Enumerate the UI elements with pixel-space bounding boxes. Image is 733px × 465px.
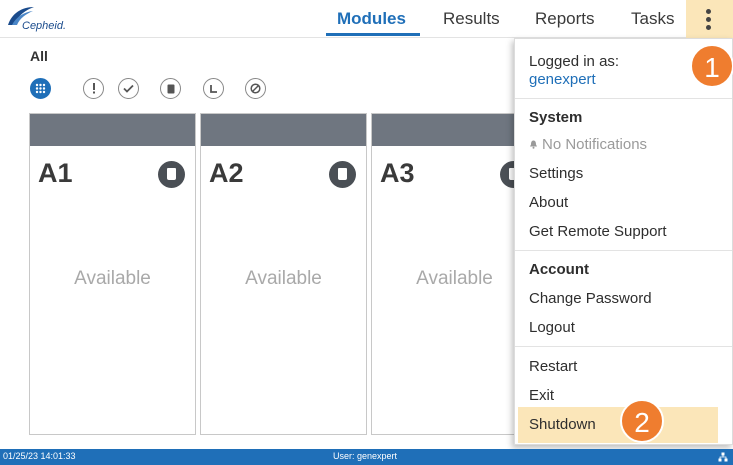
network-icon [718, 452, 728, 462]
menu-divider [515, 250, 732, 251]
tab-results[interactable]: Results [443, 9, 500, 29]
module-card-header [30, 114, 195, 146]
module-name: A1 [38, 158, 73, 188]
menu-item-change-password[interactable]: Change Password [529, 290, 652, 307]
menu-divider [515, 98, 732, 99]
status-datetime: 01/25/23 14:01:33 [3, 451, 76, 461]
module-status: Available [416, 268, 493, 289]
exclamation-icon[interactable] [83, 78, 104, 99]
menu-divider [515, 346, 732, 347]
step-callout-2: 2 [620, 399, 664, 443]
module-card-a2[interactable]: A2 Available [200, 113, 367, 435]
kebab-menu-button[interactable] [686, 0, 733, 38]
menu-item-settings[interactable]: Settings [529, 165, 583, 182]
cepheid-logo: Cepheid. [6, 5, 96, 33]
account-section-header: Account [529, 261, 589, 278]
module-card-header [372, 114, 537, 146]
clock-icon[interactable] [203, 78, 224, 99]
status-bar: 01/25/23 14:01:33 User: genexpert [0, 449, 733, 465]
active-tab-indicator [326, 33, 420, 36]
module-status: Available [74, 268, 151, 289]
menu-item-remote-support[interactable]: Get Remote Support [529, 223, 667, 240]
logged-in-label: Logged in as: [529, 53, 620, 70]
grid-icon[interactable] [30, 78, 51, 99]
menu-item-logout[interactable]: Logout [529, 319, 575, 336]
tab-reports[interactable]: Reports [535, 9, 595, 29]
kebab-dot [706, 25, 711, 30]
status-user: User: genexpert [333, 451, 398, 461]
top-bar: Cepheid. Modules Results Reports Tasks [0, 0, 733, 38]
module-status: Available [245, 268, 322, 289]
bell-icon [530, 140, 537, 149]
step-callout-1: 1 [690, 44, 733, 88]
check-icon[interactable] [118, 78, 139, 99]
tab-modules[interactable]: Modules [337, 9, 406, 29]
kebab-dot [706, 17, 711, 22]
prohibited-icon[interactable] [245, 78, 266, 99]
menu-item-restart[interactable]: Restart [529, 358, 577, 375]
filter-label: All [30, 48, 48, 64]
kebab-vertical-icon [706, 9, 711, 14]
cartridge-icon [158, 161, 185, 188]
menu-item-notifications: No Notifications [529, 136, 647, 153]
menu-item-exit[interactable]: Exit [529, 387, 554, 404]
username: genexpert [529, 71, 596, 88]
system-section-header: System [529, 109, 583, 126]
notifications-label: No Notifications [542, 136, 648, 153]
cartridge-icon[interactable] [160, 78, 181, 99]
cartridge-icon [329, 161, 356, 188]
menu-item-about[interactable]: About [529, 194, 568, 211]
app-window: Cepheid. Modules Results Reports Tasks A… [0, 0, 733, 465]
menu-item-shutdown[interactable]: Shutdown [529, 416, 596, 433]
module-name: A3 [380, 158, 415, 188]
module-card-header [201, 114, 366, 146]
module-card-a1[interactable]: A1 Available [29, 113, 196, 435]
tab-tasks[interactable]: Tasks [631, 9, 674, 29]
module-card-a3[interactable]: A3 Available [371, 113, 538, 435]
user-menu-dropdown: Logged in as: genexpert System No Notifi… [514, 38, 733, 445]
logo-text: Cepheid. [22, 20, 67, 32]
module-name: A2 [209, 158, 244, 188]
